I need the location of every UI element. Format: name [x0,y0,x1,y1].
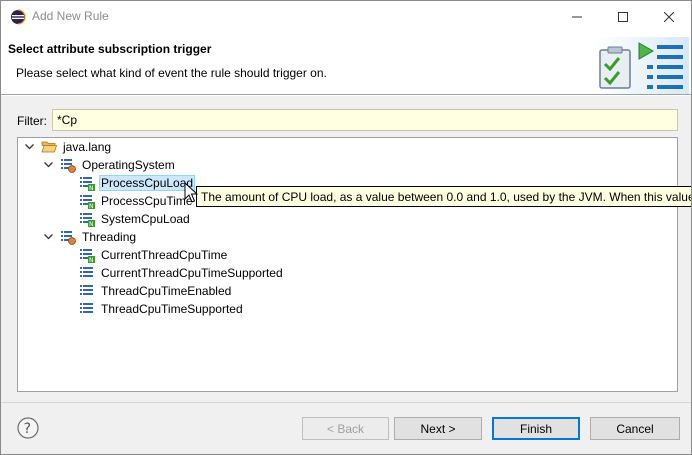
attribute-icon [79,265,95,281]
mbean-icon [60,157,76,173]
tree-item-label: CurrentThreadCpuTime [101,248,228,262]
maximize-icon [618,11,628,22]
tree-item-label: ProcessCpuTime [101,194,193,208]
numeric-attribute-icon: N [79,175,95,192]
page-heading: Select attribute subscription trigger [8,42,212,56]
back-button[interactable]: < Back [302,417,389,440]
eclipse-icon [10,9,26,25]
minimize-button[interactable] [554,1,600,32]
svg-text:N: N [89,221,94,227]
filter-input[interactable] [52,109,678,131]
tree-item-label: ThreadCpuTimeSupported [101,302,243,316]
tree-item-processcpuload[interactable]: N ProcessCpuLoad [79,174,196,192]
svg-text:N: N [89,203,94,209]
tree-node-threading[interactable]: Threading [43,228,138,246]
rules-wizard-icon [595,37,689,94]
close-icon [664,11,674,22]
svg-text:?: ? [24,421,31,437]
svg-text:N: N [89,185,94,191]
attribute-icon [79,283,95,299]
header-separator-highlight [1,95,691,96]
mbean-icon [60,229,76,245]
tree-item-processcputime[interactable]: N ProcessCpuTime [79,192,195,210]
attribute-icon [79,301,95,317]
tree-node-label: OperatingSystem [82,158,175,172]
chevron-down-icon[interactable] [24,138,35,156]
chevron-down-icon[interactable] [43,228,54,246]
tree-item-label: ThreadCpuTimeEnabled [101,284,232,298]
attribute-tooltip: The amount of CPU load, as a value betwe… [196,186,691,207]
next-button[interactable]: Next > [394,417,482,440]
help-icon: ? [17,417,39,439]
close-button[interactable] [646,1,691,32]
filter-label: Filter: [17,114,47,128]
help-button[interactable]: ? [17,417,39,439]
tree-item-currentthreadcputimesupported[interactable]: CurrentThreadCpuTimeSupported [79,264,285,282]
tree-item-label: CurrentThreadCpuTimeSupported [101,266,283,280]
footer-separator [1,402,691,403]
chevron-down-icon[interactable] [43,156,54,174]
numeric-attribute-icon: N [79,247,95,264]
title-bar[interactable]: Add New Rule [1,1,691,32]
numeric-attribute-icon: N [79,211,95,228]
tree-item-currentthreadcputime[interactable]: N CurrentThreadCpuTime [79,246,229,264]
tree-item-systemcpuload[interactable]: N SystemCpuLoad [79,210,192,228]
tree-node-label: Threading [82,230,137,244]
tree-node-label: java.lang [63,140,112,154]
tree-item-label: SystemCpuLoad [101,212,190,226]
svg-text:N: N [89,257,94,263]
folder-open-icon [41,139,58,155]
tree-item-threadcputimeenabled[interactable]: ThreadCpuTimeEnabled [79,282,233,300]
tree-item-threadcputimesupported[interactable]: ThreadCpuTimeSupported [79,300,245,318]
cancel-button[interactable]: Cancel [590,417,680,440]
page-description: Please select what kind of event the rul… [16,66,327,80]
numeric-attribute-icon: N [79,193,95,210]
finish-button[interactable]: Finish [492,417,580,440]
tree-node-java-lang[interactable]: java.lang [24,138,113,156]
wizard-header: Select attribute subscription trigger Pl… [1,32,691,94]
mouse-cursor-icon [184,182,198,203]
tree-node-operatingsystem[interactable]: OperatingSystem [43,156,177,174]
attribute-tree[interactable]: java.lang OperatingSystem N ProcessCpuLo… [17,137,678,392]
tree-item-label: ProcessCpuLoad [99,175,196,191]
minimize-icon [572,16,582,17]
window-title: Add New Rule [32,9,109,23]
maximize-button[interactable] [600,1,646,32]
add-new-rule-dialog: Add New Rule Select attribute subscripti… [0,0,692,455]
